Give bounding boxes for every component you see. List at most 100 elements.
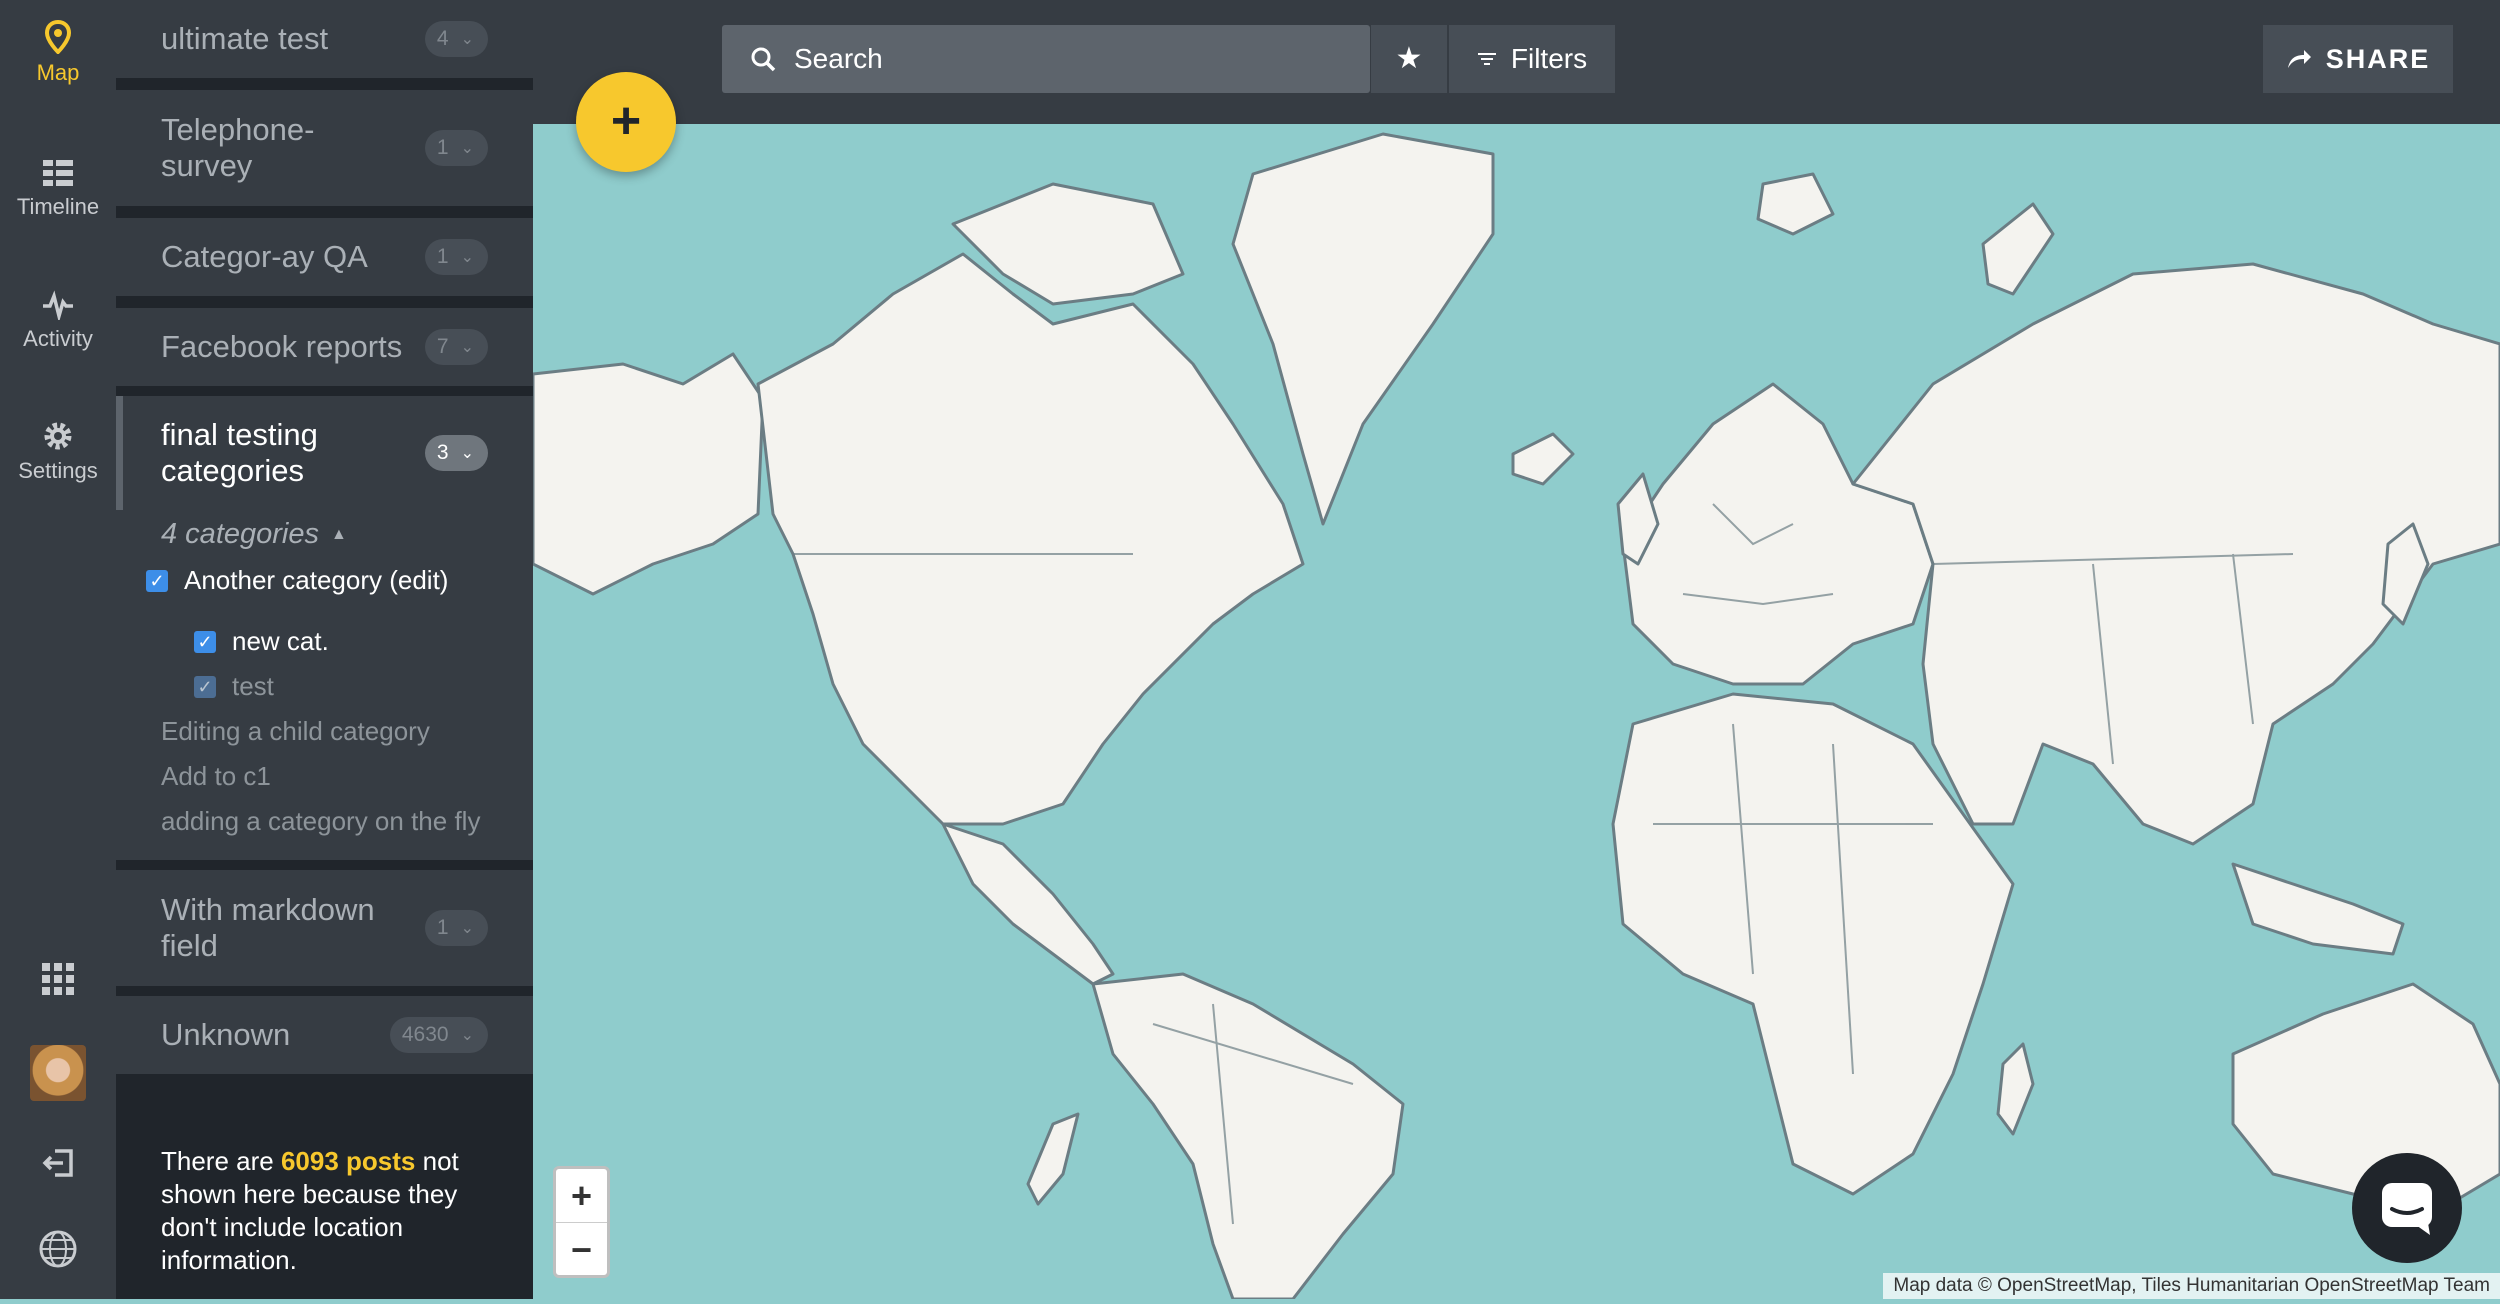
category-label: new cat. [232, 626, 329, 656]
survey-count-badge[interactable]: 4630 ⌄ [389, 1017, 488, 1053]
chevron-down-icon: ⌄ [460, 1027, 474, 1044]
survey-item[interactable]: Unknown 4630 ⌄ [116, 996, 533, 1074]
survey-count-badge[interactable]: 4 ⌄ [424, 21, 488, 57]
survey-count: 4630 [401, 1023, 449, 1046]
avatar [30, 1045, 86, 1101]
category-label: Another category (edit) [184, 565, 449, 595]
gear-icon [44, 422, 72, 450]
zoom-control: + − [553, 1166, 610, 1278]
survey-count-badge[interactable]: 1 ⌄ [424, 910, 488, 946]
nav-timeline[interactable]: Timeline [0, 158, 116, 220]
deployment-logo[interactable] [0, 1228, 116, 1275]
category-item[interactable]: Editing a child category [161, 716, 430, 747]
survey-item[interactable]: Telephone-survey 1 ⌄ [116, 90, 533, 206]
category-label: test [232, 671, 274, 701]
logout-button[interactable] [0, 1148, 116, 1183]
nav-settings[interactable]: Settings [0, 420, 116, 484]
grid-icon [42, 963, 74, 995]
category-item[interactable]: ✓ new cat. [194, 626, 329, 657]
survey-count-badge[interactable]: 1 ⌄ [424, 239, 488, 275]
category-item[interactable]: adding a category on the fly [161, 806, 480, 837]
filter-icon [1477, 53, 1496, 65]
search-input[interactable]: Search [722, 25, 1370, 93]
survey-item[interactable]: Facebook reports 7 ⌄ [116, 308, 533, 386]
timeline-icon [43, 160, 73, 186]
survey-name: With markdown field [161, 892, 375, 963]
categories-header: 4 categories [161, 518, 319, 550]
survey-name: Telephone-survey [161, 112, 315, 183]
chevron-down-icon: ⌄ [460, 140, 474, 157]
survey-item[interactable]: Categor-ay QA 1 ⌄ [116, 218, 533, 296]
filters-label: Filters [1510, 43, 1588, 74]
plus-icon: + [610, 92, 642, 150]
survey-count: 1 [436, 136, 449, 159]
chat-icon [2382, 1183, 2432, 1235]
nav-activity-label: Activity [23, 326, 93, 351]
survey-count: 4 [436, 27, 449, 50]
map-pin-icon [44, 20, 72, 54]
filters-button[interactable]: Filters [1449, 25, 1615, 93]
survey-item[interactable]: ultimate test 4 ⌄ [116, 0, 533, 78]
category-label: adding a category on the fly [161, 806, 481, 836]
category-item[interactable]: ✓ Another category (edit) [146, 565, 448, 596]
category-label: Editing a child category [161, 716, 430, 746]
survey-count-badge[interactable]: 1 ⌄ [424, 130, 488, 166]
survey-count: 1 [436, 916, 449, 939]
chevron-up-icon: ▲ [331, 525, 347, 543]
chevron-down-icon: ⌄ [460, 445, 474, 462]
chevron-down-icon: ⌄ [460, 920, 474, 937]
zoom-in-button[interactable]: + [556, 1169, 607, 1223]
star-icon: ★ [1395, 42, 1423, 75]
category-label: Add to c1 [161, 761, 271, 791]
saved-searches-button[interactable]: ★ [1371, 25, 1447, 93]
category-filter-panel: 4 categories ▲ ✓ Another category (edit)… [116, 510, 533, 860]
survey-item-active[interactable]: final testing categories 3 ⌄ [116, 396, 533, 510]
search-icon [751, 47, 776, 72]
activity-icon [43, 290, 73, 320]
checkbox[interactable]: ✓ [194, 630, 216, 653]
nav-settings-label: Settings [18, 458, 98, 483]
survey-count: 3 [436, 441, 449, 464]
chevron-down-icon: ⌄ [460, 339, 474, 356]
survey-name: Unknown [161, 1017, 291, 1052]
survey-item[interactable]: With markdown field 1 ⌄ [116, 870, 533, 986]
nav-timeline-label: Timeline [16, 194, 100, 219]
survey-count-badge[interactable]: 3 ⌄ [424, 435, 488, 471]
zoom-out-button[interactable]: − [556, 1223, 607, 1276]
logout-icon [42, 1149, 73, 1177]
share-label: SHARE [2325, 43, 2431, 74]
survey-sidebar: ultimate test 4 ⌄ Telephone-survey 1 ⌄ Cat… [116, 0, 533, 1299]
share-arrow-icon [2287, 50, 2311, 68]
world-map[interactable] [531, 124, 2500, 1301]
category-item[interactable]: Add to c1 [161, 761, 271, 792]
categories-toggle[interactable]: 4 categories ▲ [161, 518, 347, 551]
search-placeholder: Search [794, 43, 883, 74]
nav-activity[interactable]: Activity [0, 290, 116, 352]
checkbox[interactable]: ✓ [146, 569, 168, 592]
nav-map-label: Map [36, 60, 80, 85]
survey-name: Facebook reports [161, 329, 403, 364]
unmapped-count: 6093 posts [280, 1146, 416, 1176]
survey-name: ultimate test [161, 21, 329, 56]
chevron-down-icon: ⌄ [460, 31, 474, 48]
apps-grid-button[interactable] [0, 962, 116, 1001]
survey-count-badge[interactable]: 7 ⌄ [424, 329, 488, 365]
map-tiles[interactable] [531, 124, 2500, 1301]
globe-logo-icon [39, 1230, 77, 1268]
category-item[interactable]: ✓ test [194, 671, 274, 702]
checkbox[interactable]: ✓ [194, 675, 216, 698]
chevron-down-icon: ⌄ [460, 249, 474, 266]
top-toolbar: Search ★ Filters SHARE [533, 0, 2500, 124]
user-avatar[interactable] [0, 1045, 116, 1101]
share-button[interactable]: SHARE [2263, 25, 2453, 93]
chat-launcher-button[interactable] [2352, 1153, 2462, 1263]
survey-name: final testing categories [161, 417, 318, 488]
survey-count: 1 [436, 245, 449, 268]
survey-name: Categor-ay QA [161, 239, 368, 274]
map-attribution[interactable]: Map data © OpenStreetMap, Tiles Humanita… [1883, 1273, 2500, 1299]
add-post-button[interactable]: + [576, 72, 676, 172]
survey-count: 7 [436, 335, 449, 358]
nav-map[interactable]: Map [0, 20, 116, 86]
main-nav: Map Timeline Activity Settings [0, 0, 116, 1299]
notice-prefix: There are [161, 1146, 274, 1176]
